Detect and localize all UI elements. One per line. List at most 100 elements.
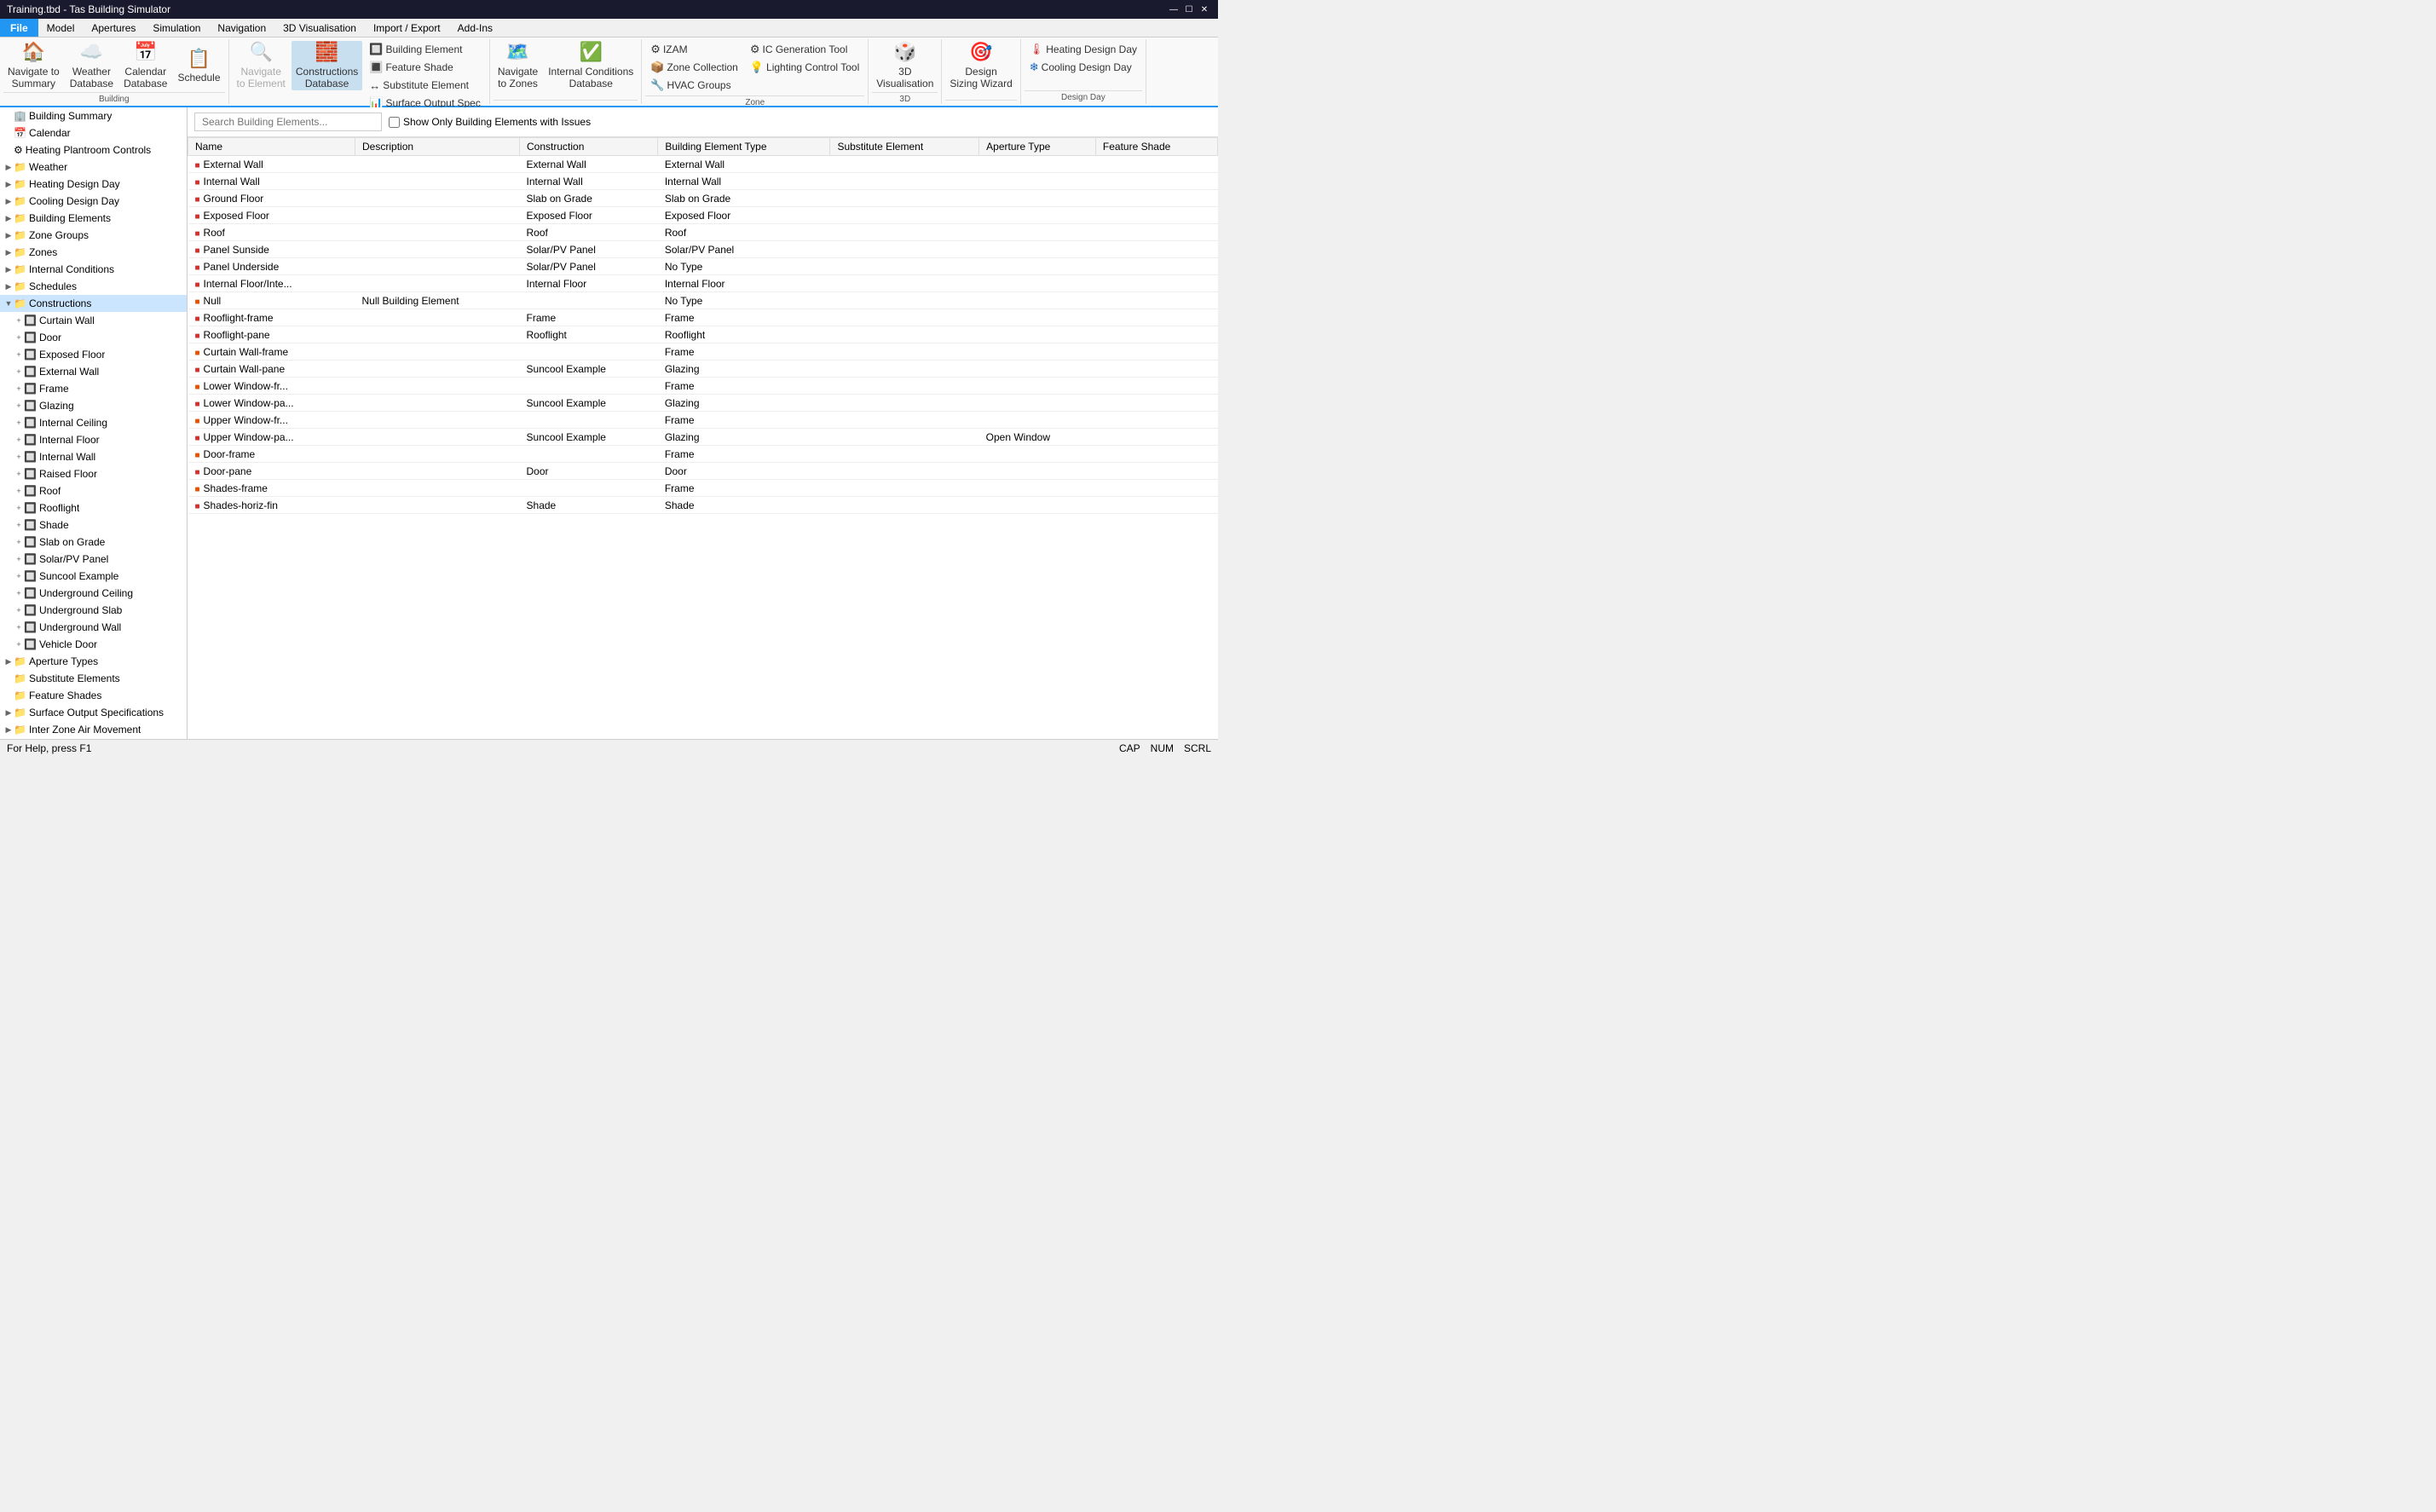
col-type[interactable]: Building Element Type bbox=[658, 138, 830, 156]
sidebar-item-shade[interactable]: + 🔲 Shade bbox=[0, 517, 187, 534]
table-row[interactable]: ■Upper Window-pa... Suncool Example Glaz… bbox=[188, 429, 1218, 446]
sidebar-item-underground-slab[interactable]: + 🔲 Underground Slab bbox=[0, 602, 187, 619]
sidebar-item-internal-wall[interactable]: + 🔲 Internal Wall bbox=[0, 448, 187, 465]
close-button[interactable]: ✕ bbox=[1198, 3, 1211, 16]
issues-filter-label[interactable]: Show Only Building Elements with Issues bbox=[389, 116, 591, 128]
cooling-design-day-btn[interactable]: ❄ Cooling Design Day bbox=[1025, 59, 1142, 76]
design-sizing-button[interactable]: 🎯 DesignSizing Wizard bbox=[945, 41, 1016, 90]
table-row[interactable]: ■Lower Window-pa... Suncool Example Glaz… bbox=[188, 395, 1218, 412]
sidebar-item-rooflight[interactable]: + 🔲 Rooflight bbox=[0, 499, 187, 517]
table-row[interactable]: ■Roof Roof Roof bbox=[188, 224, 1218, 241]
sidebar-item-suncool[interactable]: + 🔲 Suncool Example bbox=[0, 568, 187, 585]
search-input[interactable] bbox=[194, 113, 382, 131]
sidebar-item-building-elements[interactable]: ▶ 📁 Building Elements bbox=[0, 210, 187, 227]
sidebar-item-underground-ceiling[interactable]: + 🔲 Underground Ceiling bbox=[0, 585, 187, 602]
col-description[interactable]: Description bbox=[355, 138, 520, 156]
window-controls[interactable]: — ☐ ✕ bbox=[1167, 3, 1211, 16]
table-row[interactable]: ■External Wall External Wall External Wa… bbox=[188, 156, 1218, 173]
sidebar-item-weather[interactable]: ▶ 📁 Weather bbox=[0, 159, 187, 176]
constructions-db-button[interactable]: 🧱 ConstructionsDatabase bbox=[292, 41, 362, 90]
hvac-groups-btn[interactable]: 🔧 HVAC Groups bbox=[645, 77, 743, 94]
navigation-menu[interactable]: Navigation bbox=[209, 19, 274, 37]
col-shade[interactable]: Feature Shade bbox=[1095, 138, 1217, 156]
sidebar-item-heating-design-day[interactable]: ▶ 📁 Heating Design Day bbox=[0, 176, 187, 193]
sidebar-item-roof[interactable]: + 🔲 Roof bbox=[0, 482, 187, 499]
table-row[interactable]: ■Panel Sunside Solar/PV Panel Solar/PV P… bbox=[188, 241, 1218, 258]
col-aperture[interactable]: Aperture Type bbox=[979, 138, 1096, 156]
table-row[interactable]: ■Shades-horiz-fin Shade Shade bbox=[188, 497, 1218, 514]
sidebar-item-building-summary[interactable]: 🏢 Building Summary bbox=[0, 107, 187, 124]
feature-shade-btn[interactable]: 🔳 Feature Shade bbox=[364, 59, 486, 76]
col-construction[interactable]: Construction bbox=[520, 138, 658, 156]
apertures-menu[interactable]: Apertures bbox=[83, 19, 144, 37]
table-row[interactable]: ■Door-pane Door Door bbox=[188, 463, 1218, 480]
table-row[interactable]: ■Door-frame Frame bbox=[188, 446, 1218, 463]
izam-btn[interactable]: ⚙ IZAM bbox=[645, 41, 743, 58]
calendar-button[interactable]: 📅 CalendarDatabase bbox=[119, 41, 171, 90]
table-row[interactable]: ■Internal Floor/Inte... Internal Floor I… bbox=[188, 275, 1218, 292]
sidebar-item-constructions[interactable]: ▼ 📁 Constructions bbox=[0, 295, 187, 312]
table-row[interactable]: ■Rooflight-frame Frame Frame bbox=[188, 309, 1218, 326]
sidebar-item-substitute-elements[interactable]: 📁 Substitute Elements bbox=[0, 670, 187, 687]
sidebar-item-raised-floor[interactable]: + 🔲 Raised Floor bbox=[0, 465, 187, 482]
sidebar-item-zone-groups[interactable]: ▶ 📁 Zone Groups bbox=[0, 227, 187, 244]
table-row[interactable]: ■Null Null Building Element No Type bbox=[188, 292, 1218, 309]
col-substitute[interactable]: Substitute Element bbox=[830, 138, 979, 156]
weather-button[interactable]: ☁️ WeatherDatabase bbox=[66, 41, 118, 90]
table-row[interactable]: ■Curtain Wall-pane Suncool Example Glazi… bbox=[188, 361, 1218, 378]
ic-database-button[interactable]: ✅ Internal ConditionsDatabase bbox=[544, 41, 638, 90]
table-row[interactable]: ■Exposed Floor Exposed Floor Exposed Flo… bbox=[188, 207, 1218, 224]
sidebar-item-external-wall[interactable]: + 🔲 External Wall bbox=[0, 363, 187, 380]
lighting-control-btn[interactable]: 💡 Lighting Control Tool bbox=[745, 59, 864, 76]
maximize-button[interactable]: ☐ bbox=[1182, 3, 1196, 16]
building-element-btn[interactable]: 🔲 Building Element bbox=[364, 41, 486, 58]
sidebar-item-feature-shades[interactable]: 📁 Feature Shades bbox=[0, 687, 187, 704]
sidebar-item-cooling-design-day[interactable]: ▶ 📁 Cooling Design Day bbox=[0, 193, 187, 210]
table-row[interactable]: ■Panel Underside Solar/PV Panel No Type bbox=[188, 258, 1218, 275]
table-row[interactable]: ■Shades-frame Frame bbox=[188, 480, 1218, 497]
issues-filter-checkbox[interactable] bbox=[389, 117, 400, 128]
sidebar-item-aperture-types[interactable]: ▶ 📁 Aperture Types bbox=[0, 653, 187, 670]
sidebar-item-internal-floor[interactable]: + 🔲 Internal Floor bbox=[0, 431, 187, 448]
sidebar-item-slab-on-grade[interactable]: + 🔲 Slab on Grade bbox=[0, 534, 187, 551]
sidebar-item-schedules[interactable]: ▶ 📁 Schedules bbox=[0, 278, 187, 295]
sidebar-item-internal-ceiling[interactable]: + 🔲 Internal Ceiling bbox=[0, 414, 187, 431]
file-menu[interactable]: File bbox=[0, 19, 38, 37]
table-row[interactable]: ■Internal Wall Internal Wall Internal Wa… bbox=[188, 173, 1218, 190]
sidebar-item-glazing[interactable]: + 🔲 Glazing bbox=[0, 397, 187, 414]
add-ins-menu[interactable]: Add-Ins bbox=[449, 19, 501, 37]
substitute-element-btn[interactable]: ↔ Substitute Element bbox=[364, 77, 486, 94]
sidebar-item-exposed-floor[interactable]: + 🔲 Exposed Floor bbox=[0, 346, 187, 363]
minimize-button[interactable]: — bbox=[1167, 3, 1180, 16]
table-row[interactable]: ■Ground Floor Slab on Grade Slab on Grad… bbox=[188, 190, 1218, 207]
sidebar-item-inter-zone[interactable]: ▶ 📁 Inter Zone Air Movement bbox=[0, 721, 187, 738]
navigate-element-button[interactable]: 🔍 Navigateto Element bbox=[233, 41, 290, 90]
table-row[interactable]: ■Lower Window-fr... Frame bbox=[188, 378, 1218, 395]
sidebar-item-frame[interactable]: + 🔲 Frame bbox=[0, 380, 187, 397]
sidebar-item-internal-conditions[interactable]: ▶ 📁 Internal Conditions bbox=[0, 261, 187, 278]
navigate-zones-button[interactable]: 🗺️ Navigateto Zones bbox=[494, 41, 542, 90]
table-row[interactable]: ■Curtain Wall-frame Frame bbox=[188, 343, 1218, 361]
import-export-menu[interactable]: Import / Export bbox=[365, 19, 449, 37]
zone-collection-btn[interactable]: 📦 Zone Collection bbox=[645, 59, 743, 76]
sidebar-item-heating-plantroom[interactable]: ⚙ Heating Plantroom Controls bbox=[0, 141, 187, 159]
3d-visualisation-menu[interactable]: 3D Visualisation bbox=[274, 19, 365, 37]
navigate-summary-button[interactable]: 🏠 Navigate toSummary bbox=[3, 41, 64, 90]
sidebar-item-underground-wall[interactable]: + 🔲 Underground Wall bbox=[0, 619, 187, 636]
model-menu[interactable]: Model bbox=[38, 19, 84, 37]
table-row[interactable]: ■Upper Window-fr... Frame bbox=[188, 412, 1218, 429]
sidebar-item-calendar[interactable]: 📅 Calendar bbox=[0, 124, 187, 141]
sidebar-item-solar-pv[interactable]: + 🔲 Solar/PV Panel bbox=[0, 551, 187, 568]
sidebar-item-door[interactable]: + 🔲 Door bbox=[0, 329, 187, 346]
sidebar-item-surface-output[interactable]: ▶ 📁 Surface Output Specifications bbox=[0, 704, 187, 721]
3d-vis-button[interactable]: 🎲 3DVisualisation bbox=[872, 41, 938, 90]
sidebar-item-zones[interactable]: ▶ 📁 Zones bbox=[0, 244, 187, 261]
col-name[interactable]: Name bbox=[188, 138, 355, 156]
heating-design-day-btn[interactable]: 🌡 Heating Design Day bbox=[1025, 41, 1142, 58]
sidebar-item-vehicle-door[interactable]: + 🔲 Vehicle Door bbox=[0, 636, 187, 653]
schedule-button[interactable]: 📋 Schedule bbox=[173, 41, 224, 90]
simulation-menu[interactable]: Simulation bbox=[144, 19, 209, 37]
ic-gen-tool-btn[interactable]: ⚙ IC Generation Tool bbox=[745, 41, 864, 58]
table-row[interactable]: ■Rooflight-pane Rooflight Rooflight bbox=[188, 326, 1218, 343]
sidebar-item-curtain-wall[interactable]: + 🔲 Curtain Wall bbox=[0, 312, 187, 329]
